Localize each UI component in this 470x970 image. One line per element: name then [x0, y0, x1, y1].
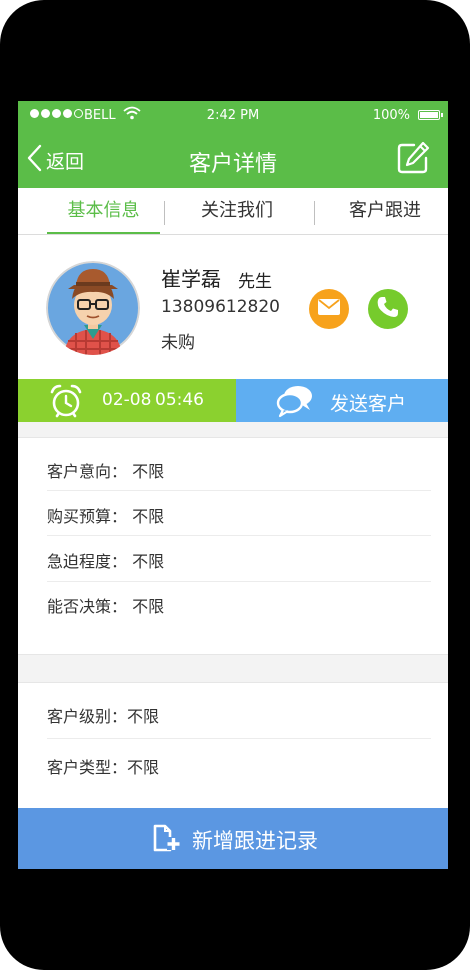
call-button[interactable] — [368, 289, 408, 329]
reminder-button[interactable]: 02-08 05:46 — [18, 379, 236, 422]
edit-button[interactable] — [396, 141, 430, 179]
detail-row: 急迫程度： 不限 — [47, 548, 164, 572]
detail-label: 能否决策： — [47, 597, 128, 616]
tab-divider — [164, 201, 165, 225]
purchase-status: 未购 — [161, 333, 195, 353]
add-followup-record-button[interactable]: 新增跟进记录 — [18, 808, 448, 869]
detail-label: 客户类型： — [47, 758, 128, 777]
detail-row: 能否决策： 不限 — [47, 593, 164, 617]
tab-basic-info[interactable]: 基本信息 — [47, 188, 160, 234]
page-title: 客户详情 — [188, 152, 277, 177]
header: BELL 2:42 PM 100% 返回 客户详情 — [18, 101, 448, 188]
detail-value: 不限 — [127, 707, 160, 726]
detail-label: 客户级别： — [47, 707, 128, 726]
intent-details: 客户意向： 不限 购买预算： 不限 急迫程度： 不限 能否决策： 不限 — [18, 437, 448, 655]
envelope-icon — [317, 298, 341, 320]
customer-title: 先生 — [238, 272, 272, 292]
alarm-clock-icon — [48, 383, 84, 423]
email-button[interactable] — [309, 289, 349, 329]
chat-bubbles-icon — [276, 384, 314, 422]
nav-bar: 返回 客户详情 — [18, 131, 448, 188]
phone-icon — [376, 295, 400, 323]
tab-follow-us[interactable]: 关注我们 — [181, 188, 293, 234]
reminder-time: 05:46 — [155, 390, 204, 410]
detail-row: 客户级别：不限 — [47, 703, 159, 727]
customer-profile: 崔学磊 先生 13809612820 未购 — [18, 235, 448, 379]
detail-label: 客户意向： — [47, 462, 128, 481]
detail-label: 购买预算： — [47, 507, 128, 526]
detail-value: 不限 — [132, 597, 165, 616]
add-record-label: 新增跟进记录 — [192, 829, 318, 853]
detail-value: 不限 — [127, 758, 160, 777]
tab-customer-followup[interactable]: 客户跟进 — [330, 188, 440, 234]
send-to-customer-button[interactable]: 发送客户 — [236, 379, 448, 422]
detail-row: 客户意向： 不限 — [47, 458, 164, 482]
detail-value: 不限 — [132, 507, 165, 526]
classification-details: 客户级别：不限 客户类型：不限 — [18, 682, 448, 809]
send-label: 发送客户 — [330, 393, 407, 415]
avatar — [46, 261, 140, 355]
detail-value: 不限 — [132, 552, 165, 571]
edit-icon — [396, 141, 430, 179]
tab-divider — [314, 201, 315, 225]
battery-percent: 100% — [372, 108, 410, 123]
battery-icon — [418, 110, 443, 120]
divider — [47, 535, 431, 536]
detail-value: 不限 — [132, 462, 165, 481]
detail-row: 客户类型：不限 — [47, 754, 159, 778]
add-document-icon — [152, 824, 182, 856]
active-tab-indicator — [47, 232, 160, 234]
status-bar: BELL 2:42 PM 100% — [18, 101, 448, 131]
tab-label: 基本信息 — [67, 200, 140, 221]
reminder-date: 02-08 — [102, 390, 152, 410]
divider — [47, 490, 431, 491]
app-screen: BELL 2:42 PM 100% 返回 客户详情 基本信息 关注我们 客户跟进… — [18, 101, 448, 869]
divider — [47, 738, 431, 739]
divider — [47, 581, 431, 582]
detail-label: 急迫程度： — [47, 552, 128, 571]
tab-bar: 基本信息 关注我们 客户跟进 — [18, 188, 448, 235]
detail-row: 购买预算： 不限 — [47, 503, 164, 527]
action-bar: 02-08 05:46 发送客户 — [18, 379, 448, 422]
tab-label: 客户跟进 — [349, 200, 421, 221]
tab-label: 关注我们 — [201, 200, 273, 221]
phone-frame: BELL 2:42 PM 100% 返回 客户详情 基本信息 关注我们 客户跟进… — [0, 0, 470, 970]
customer-phone: 13809612820 — [161, 297, 280, 317]
customer-name: 崔学磊 — [161, 267, 221, 291]
